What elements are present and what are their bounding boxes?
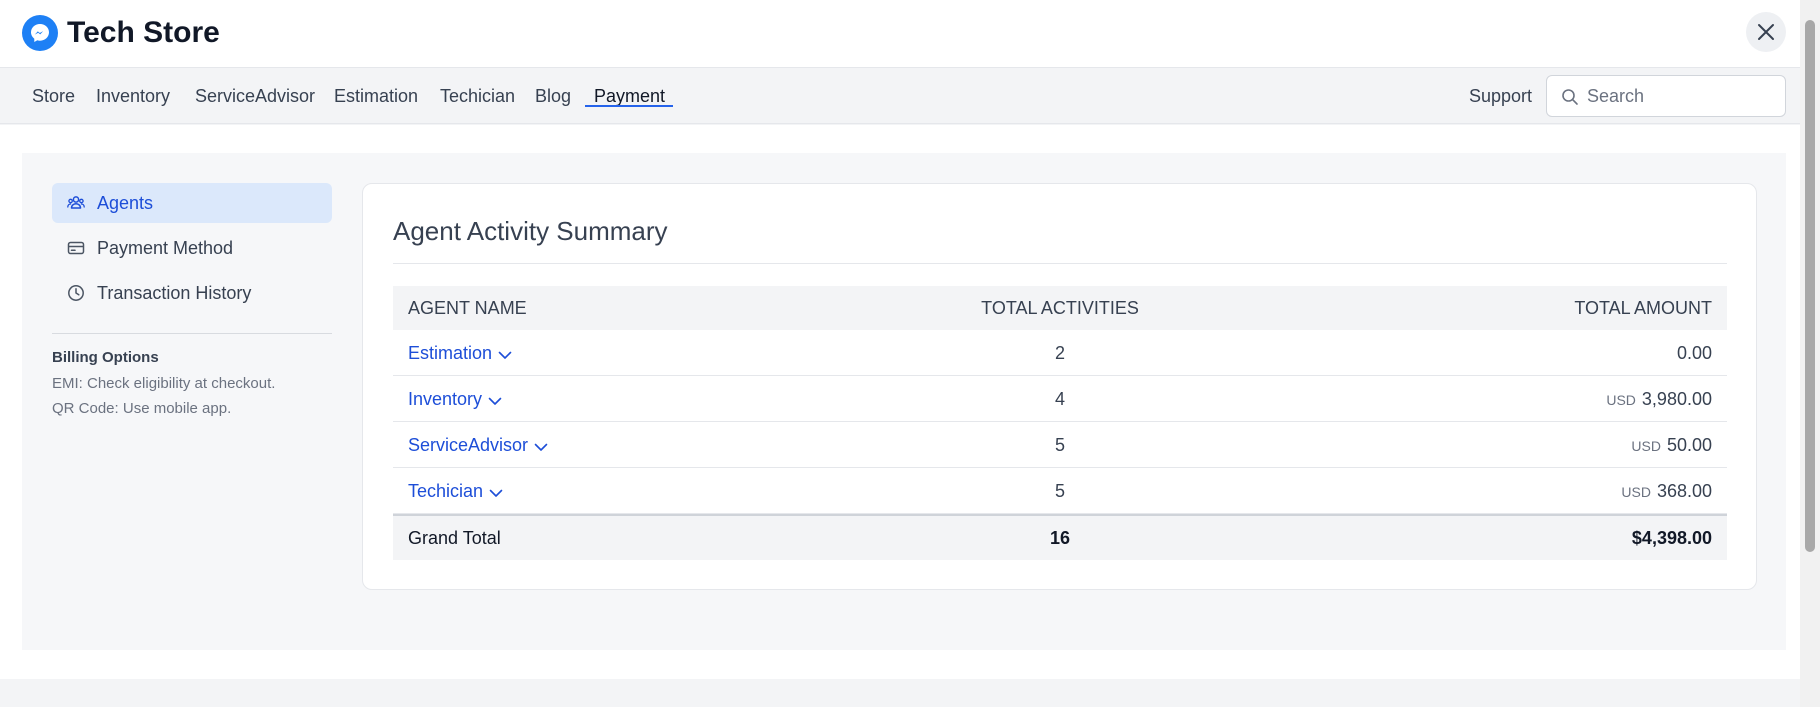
nav-item-blog[interactable]: Blog [535,68,571,124]
grand-total-row: Grand Total 16 $4,398.00 [393,514,1727,560]
sidebar-item-label: Agents [97,193,154,213]
agent-link-estimation[interactable]: Estimation [408,330,512,376]
scrollbar-thumb[interactable] [1805,20,1815,552]
grand-total-activities-value: 16 [1049,528,1071,548]
sidebar-item-payment-method[interactable]: Payment Method [52,228,332,268]
grand-total-amount: $4,398.00 [1631,528,1712,548]
billing-option-emi: EMI: Check eligibility at checkout. [52,375,276,392]
agent-activity-table: AGENT NAME TOTAL ACTIVITIES TOTAL AMOUNT… [393,286,1727,560]
activity-count-value: 4 [1054,389,1066,409]
vertical-scrollbar[interactable] [1800,0,1820,707]
amount-value: 50.00 [1666,435,1712,455]
agent-name: ServiceAdvisor [408,435,529,455]
sidebar-item-transaction-history[interactable]: Transaction History [52,273,332,313]
credit-card-icon [67,241,85,255]
payment-panel: Agents Payment Method Transaction Histor… [22,153,1786,650]
billing-options-title: Billing Options [52,349,159,366]
app-title: Tech Store [67,16,220,49]
column-header-label: TOTAL ACTIVITIES [981,298,1139,318]
agent-link-serviceadvisor[interactable]: ServiceAdvisor [408,422,548,468]
sidebar-item-label: Transaction History [97,283,252,303]
table-row: Estimation 2 0.00 [393,330,1727,376]
search-input[interactable] [1587,76,1777,116]
currency-code: USD [1606,392,1636,408]
amount-cell: USD 50.00 [1631,422,1712,469]
activity-count-value: 2 [1054,343,1066,363]
active-tab-indicator [585,105,673,107]
messenger-icon [22,15,58,51]
activity-count-value: 5 [1054,435,1066,455]
activity-count-value: 5 [1054,481,1066,501]
sidebar-item-label: Payment Method [97,238,234,258]
search-icon [1562,89,1578,105]
top-nav: Store Inventory ServiceAdvisor Estimatio… [0,68,1800,124]
agent-name: Estimation [408,343,493,363]
amount-cell: USD 368.00 [1621,468,1712,515]
amount-value: 368.00 [1656,481,1712,501]
chevron-down-icon [498,351,512,359]
agent-name: Inventory [408,389,483,409]
sidebar-item-agents[interactable]: Agents [52,183,332,223]
search-box [1546,75,1786,117]
column-header-total-amount: TOTAL AMOUNT [1574,298,1712,318]
agent-activity-card: Agent Activity Summary AGENT NAME TOTAL … [362,183,1757,590]
chevron-down-icon [534,443,548,451]
agent-link-techician[interactable]: Techician [408,468,503,514]
content-area: Agents Payment Method Transaction Histor… [0,125,1800,679]
nav-item-store[interactable]: Store [32,68,75,124]
grand-total-label: Grand Total [408,528,501,548]
nav-item-estimation[interactable]: Estimation [334,68,418,124]
clock-icon [68,285,84,301]
agent-name: Techician [408,481,484,501]
card-divider [393,263,1727,264]
app-window: Tech Store Store Inventory ServiceAdviso… [0,0,1820,707]
table-header: AGENT NAME TOTAL ACTIVITIES TOTAL AMOUNT [393,286,1727,330]
support-link[interactable]: Support [1469,68,1532,124]
close-button[interactable] [1746,12,1786,52]
amount-value: 3,980.00 [1641,389,1712,409]
column-header-agent-name: AGENT NAME [408,298,527,318]
nav-item-techician[interactable]: Techician [440,68,515,124]
chevron-down-icon [488,397,502,405]
currency-code: USD [1621,484,1651,500]
amount-cell: 0.00 [1671,330,1712,377]
currency-code: USD [1631,438,1661,454]
amount-cell: USD 3,980.00 [1606,376,1712,423]
table-row: Techician 5 USD 368.00 [393,468,1727,514]
agent-link-inventory[interactable]: Inventory [408,376,502,422]
table-row: Inventory 4 USD 3,980.00 [393,376,1727,422]
nav-item-inventory[interactable]: Inventory [96,68,170,124]
sidebar-divider [52,333,332,334]
billing-option-qr: QR Code: Use mobile app. [52,400,232,417]
nav-item-payment[interactable]: Payment [594,68,665,124]
table-row: ServiceAdvisor 5 USD 50.00 [393,422,1727,468]
amount-value: 0.00 [1676,343,1712,363]
card-title: Agent Activity Summary [393,216,668,246]
nav-item-serviceadvisor[interactable]: ServiceAdvisor [195,68,315,124]
close-icon [1758,24,1774,40]
title-bar: Tech Store [0,0,1800,68]
chevron-down-icon [489,489,503,497]
users-icon [67,196,85,209]
